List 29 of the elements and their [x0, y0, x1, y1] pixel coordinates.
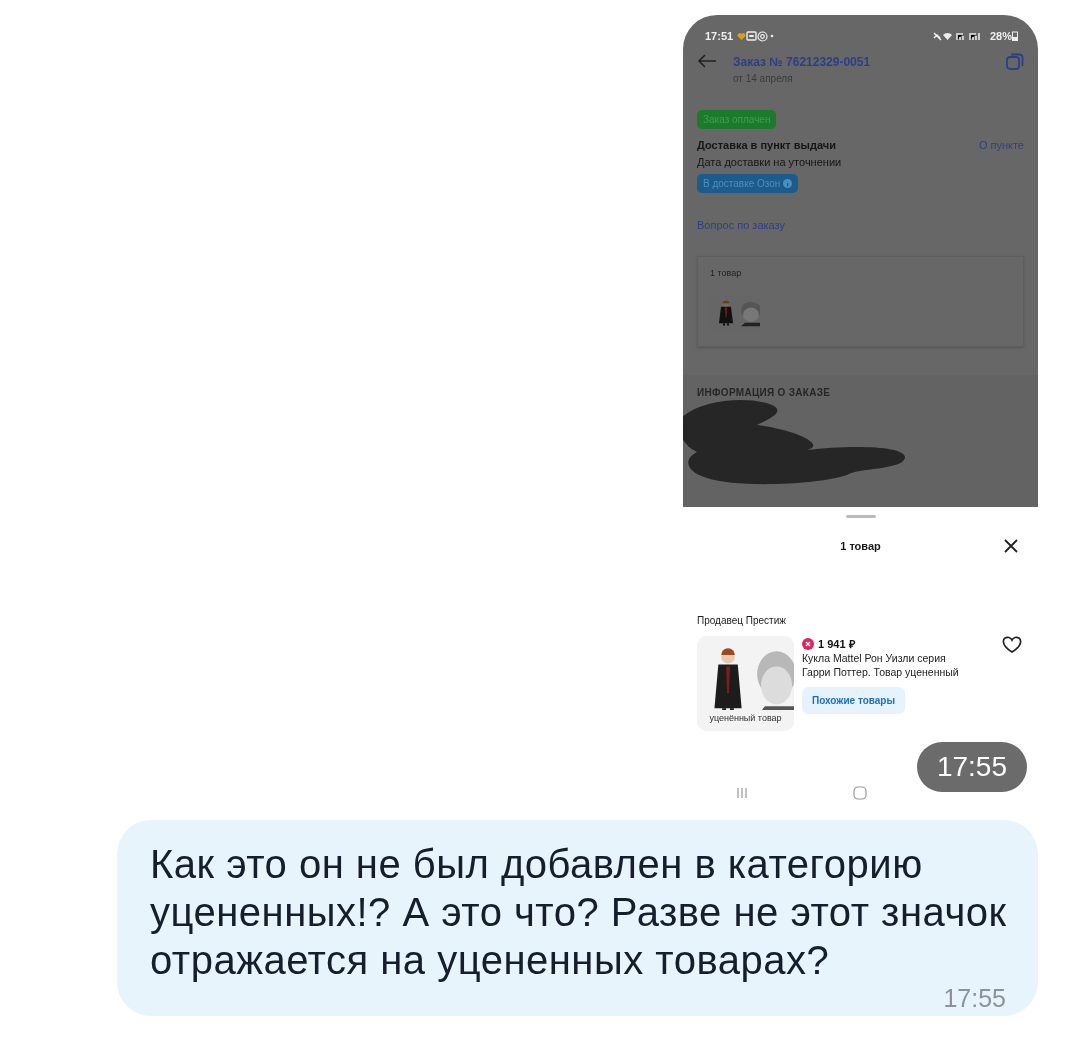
delivery-title: Доставка в пункт выдачи — [697, 138, 836, 153]
info-icon — [783, 179, 793, 188]
status-time: 17:51 — [705, 28, 734, 44]
mute-icon — [932, 31, 942, 41]
seller-name: Продавец Престиж — [697, 613, 787, 628]
notification-icon — [737, 31, 747, 41]
heart-icon[interactable] — [1002, 635, 1022, 654]
image-timestamp: 17:55 — [916, 741, 1027, 792]
message-text: Как это он не был добавлен в категорию уцененных!? А это что? Разве не этот значок отражается на уцененных товарах? — [150, 841, 1008, 984]
at-icon — [757, 30, 769, 42]
close-icon[interactable] — [1004, 539, 1018, 554]
drag-handle[interactable] — [845, 515, 876, 518]
battery-level: 28% — [989, 28, 1012, 44]
delivery-date: Дата доставки на уточнении — [697, 154, 843, 170]
message-time: 17:55 — [943, 984, 1006, 1012]
items-count: 1 товар — [710, 266, 743, 280]
back-arrow-icon[interactable] — [697, 53, 717, 69]
product-price: 1 941 ₽ — [818, 636, 855, 652]
discount-badge-icon — [802, 637, 814, 650]
similar-products-button[interactable]: Похожие товары — [802, 687, 905, 715]
recent-apps-icon[interactable] — [735, 787, 748, 799]
notification-icon — [746, 31, 758, 41]
battery-icon — [1012, 31, 1018, 41]
order-title: Заказ № 76212329-0051 — [733, 54, 872, 71]
home-icon[interactable] — [853, 786, 868, 800]
section-title: ИНФОРМАЦИЯ О ЗАКАЗЕ — [697, 385, 832, 400]
copy-icon[interactable] — [1006, 53, 1024, 71]
product-name[interactable]: Кукла Mattel Рон Уизли серия Гарри Поттер. Товар уцененный — [802, 652, 962, 680]
sheet-title: 1 товар — [840, 539, 881, 554]
